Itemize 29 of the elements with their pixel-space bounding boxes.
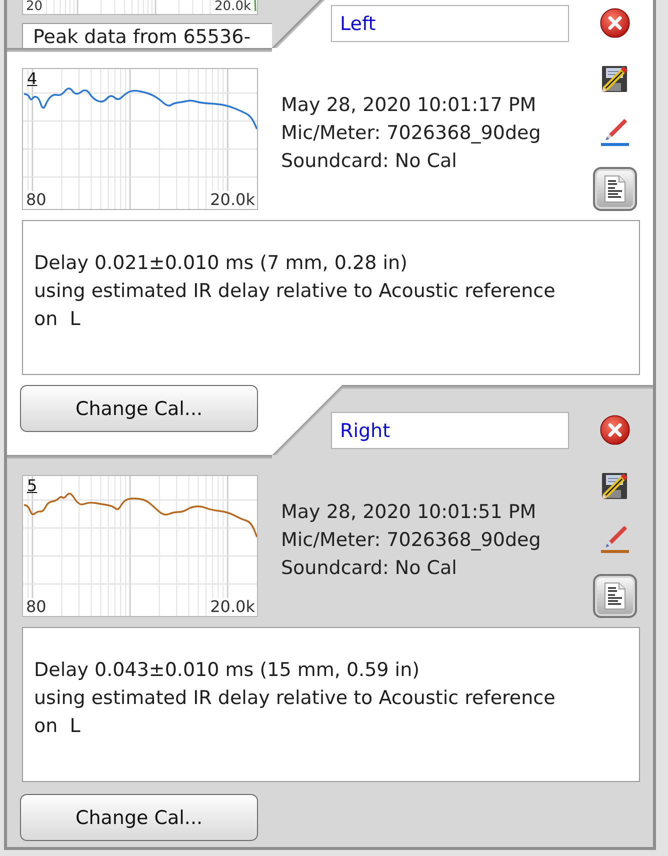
change-cal-button[interactable]: Change Cal... <box>20 794 258 841</box>
axis-label: 20.0k <box>209 598 256 616</box>
document-icon <box>604 175 626 203</box>
measurement-number: 4 <box>27 69 38 88</box>
info-text: May 28, 2020 10:01:51 PM <box>281 500 538 525</box>
info-text: Mic/Meter: 7026368_90deg <box>281 121 542 146</box>
disk-pencil-icon[interactable] <box>600 471 630 501</box>
name-field[interactable]: Left <box>331 5 569 42</box>
axis-label: 20.0k <box>209 191 256 209</box>
notes-field[interactable]: Delay 0.043±0.010 ms (15 mm, 0.59 in) using estimated IR delay relative to Acoustic reference on L <box>22 627 640 782</box>
close-icon[interactable] <box>600 8 630 38</box>
notes-field[interactable]: Peak data from 65536- <box>22 23 272 48</box>
disk-pencil-icon[interactable] <box>600 64 630 94</box>
axis-label: 80 <box>25 191 48 209</box>
notes-button[interactable] <box>593 574 637 618</box>
name-field[interactable]: Right <box>331 412 569 449</box>
change-cal-button[interactable]: Change Cal... <box>20 385 258 432</box>
info-text: May 28, 2020 10:01:17 PM <box>281 93 538 118</box>
measurement-number: 5 <box>27 476 38 495</box>
axis-label: 20 <box>25 0 44 14</box>
close-icon[interactable] <box>600 415 630 445</box>
info-text: Soundcard: No Cal <box>281 556 458 581</box>
notes-button[interactable] <box>593 167 637 211</box>
axis-label: 20.0k <box>214 0 252 14</box>
document-icon <box>604 582 626 610</box>
notes-field[interactable]: Delay 0.021±0.010 ms (7 mm, 0.28 in) using estimated IR delay relative to Acoustic reference on L <box>22 220 640 375</box>
info-text: Soundcard: No Cal <box>281 149 458 174</box>
info-text: Mic/Meter: 7026368_90deg <box>281 528 542 553</box>
axis-label: 80 <box>25 598 48 616</box>
